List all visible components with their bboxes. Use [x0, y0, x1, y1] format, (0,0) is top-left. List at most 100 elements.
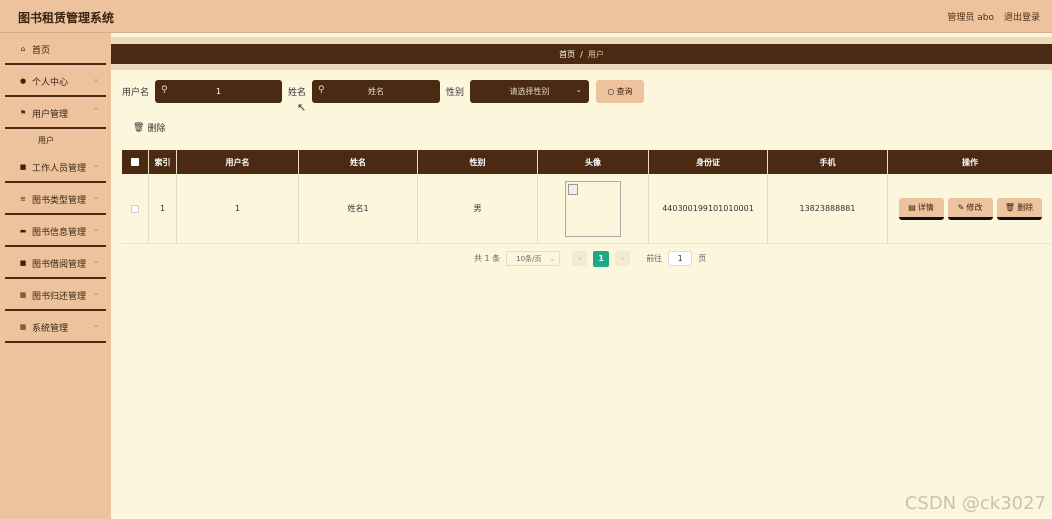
name-search-input[interactable]: ⚲ 姓名	[312, 80, 441, 103]
sidebar-item-label: 用户管理	[32, 109, 69, 120]
sidebar-item-label: 图书信息管理	[32, 227, 87, 238]
mouse-pointer-icon: ↖	[297, 101, 307, 114]
search-bar: 用户名 ⚲ 1 姓名 ⚲ 姓名 性别 请选择性别 ⌄ ○ 查询	[122, 80, 645, 103]
edit-button-label: 修改	[966, 202, 983, 212]
column-header: 索引	[149, 150, 177, 174]
query-button[interactable]: ○ 查询	[596, 80, 645, 103]
sidebar-item-system-management[interactable]: ▦ 系统管理 ⌄	[0, 311, 111, 343]
users-table: 索引 用户名 姓名 性别 头像 身份证 手机 操作 1 1 姓名1 男 4403…	[122, 150, 1052, 244]
search-icon: ⚲	[318, 85, 325, 95]
gender-select-placeholder: 请选择性别	[509, 87, 550, 96]
query-button-label: 查询	[616, 87, 633, 96]
flag-icon: ⚑	[19, 109, 27, 117]
sidebar-item-label: 图书借阅管理	[32, 259, 87, 270]
edit-button[interactable]: ✎ 修改	[947, 197, 993, 220]
cell-name: 姓名1	[299, 174, 418, 243]
edit-square-icon: ■	[19, 163, 27, 171]
sidebar-item-staff-management[interactable]: ■ 工作人员管理 ⌄	[0, 151, 111, 183]
sidebar-item-home[interactable]: ⌂ 首页	[0, 33, 111, 65]
row-checkbox[interactable]	[131, 204, 139, 213]
select-all-checkbox[interactable]	[131, 158, 139, 166]
chevron-down-icon: ⌄	[93, 75, 99, 83]
breadcrumb-current: 用户	[587, 49, 604, 59]
breadcrumb: 首页 / 用户	[111, 44, 1052, 64]
username-input-value: 1	[215, 87, 222, 96]
chevron-down-icon: ⌄	[93, 289, 99, 297]
trash-icon: 🗑	[133, 122, 145, 133]
name-label: 姓名	[288, 88, 307, 98]
cell-actions: ▤ 详情 ✎ 修改 🗑 删除	[888, 174, 1052, 243]
sidebar-subitem-users[interactable]: 用户	[0, 129, 111, 151]
delete-button[interactable]: 🗑 删除	[996, 197, 1042, 220]
detail-button-label: 详情	[917, 202, 934, 212]
delete-button-label: 删除	[1017, 202, 1034, 212]
chevron-down-icon: ⌄	[575, 85, 583, 94]
page-size-value: 10条/页	[516, 254, 542, 263]
grid-icon: ▦	[19, 291, 27, 299]
message-icon: ▬	[19, 227, 27, 235]
user-icon: ●	[19, 77, 27, 85]
username-label: 用户名	[122, 88, 150, 98]
chevron-down-icon: ⌄	[549, 255, 556, 263]
sidebar-item-book-type-management[interactable]: ≡ 图书类型管理 ⌄	[0, 183, 111, 215]
sidebar-item-return-management[interactable]: ▦ 图书归还管理 ⌄	[0, 279, 111, 311]
edit-icon: ✎	[957, 202, 965, 212]
search-icon: ⚲	[161, 85, 168, 95]
column-header: 操作	[962, 157, 978, 167]
gender-label: 性别	[446, 88, 465, 98]
gender-select[interactable]: 请选择性别 ⌄	[470, 80, 590, 103]
cell-avatar	[538, 174, 649, 243]
goto-page-input[interactable]: 1	[668, 251, 693, 266]
list-icon: ≡	[20, 195, 26, 203]
refresh-search-icon: ○	[607, 87, 615, 96]
column-header: 姓名	[299, 150, 418, 174]
page-size-select[interactable]: 10条/页 ⌄	[506, 251, 561, 266]
select-all-cell	[122, 150, 149, 174]
apps-icon: ▦	[19, 323, 27, 331]
cell-index: 1	[149, 174, 177, 243]
chevron-down-icon: ⌄	[93, 193, 99, 201]
sidebar-item-label: 图书类型管理	[32, 195, 87, 206]
header-user-area: 管理员 abo 退出登录	[947, 10, 1040, 23]
table-header: 索引 用户名 姓名 性别 头像 身份证 手机 操作	[122, 150, 1052, 174]
page-suffix: 页	[698, 254, 707, 263]
batch-delete-button[interactable]: 🗑 删除	[133, 121, 165, 135]
row-select-cell	[122, 174, 149, 243]
logout-link[interactable]: 退出登录	[1004, 10, 1040, 23]
document-icon: ▤	[908, 202, 916, 212]
table-row: 1 1 姓名1 男 440300199101010001 13823888881…	[122, 174, 1052, 244]
watermark: CSDN @ck3027	[904, 493, 1046, 514]
column-header: 用户名	[177, 150, 299, 174]
sidebar: ⌂ 首页 ● 个人中心 ⌄ ⚑ 用户管理 ⌃ 用户 ■ 工作人员管理 ⌄ ≡ 图…	[0, 33, 111, 519]
avatar-image-placeholder	[565, 180, 621, 237]
sidebar-item-book-info-management[interactable]: ▬ 图书信息管理 ⌄	[0, 215, 111, 247]
username-search-input[interactable]: ⚲ 1	[155, 80, 283, 103]
sidebar-item-profile[interactable]: ● 个人中心 ⌄	[0, 65, 111, 97]
chevron-down-icon: ⌄	[93, 161, 99, 169]
breadcrumb-separator: /	[580, 49, 583, 59]
sidebar-item-label: 首页	[32, 45, 51, 56]
cell-phone: 13823888881	[768, 174, 888, 243]
cell-idcard: 440300199101010001	[649, 174, 768, 243]
breadcrumb-band-bottom	[111, 64, 1052, 70]
chevron-up-icon: ⌃	[93, 107, 99, 115]
cell-gender: 男	[418, 174, 538, 243]
top-header: 图书租赁管理系统 管理员 abo 退出登录	[0, 0, 1052, 33]
sidebar-item-borrow-management[interactable]: ■ 图书借阅管理 ⌄	[0, 247, 111, 279]
detail-button[interactable]: ▤ 详情	[898, 197, 944, 220]
sidebar-item-label: 工作人员管理	[32, 163, 87, 174]
sidebar-item-user-management[interactable]: ⚑ 用户管理 ⌃	[0, 97, 111, 129]
column-header: 性别	[418, 150, 538, 174]
next-page-button[interactable]: ›	[615, 251, 631, 266]
delete-box-icon: ■	[19, 259, 27, 267]
breadcrumb-band-top	[111, 37, 1052, 44]
goto-label: 前往	[646, 254, 663, 263]
page-number-current[interactable]: 1	[593, 250, 610, 267]
pagination-total: 共 1 条	[474, 254, 501, 263]
app-title: 图书租赁管理系统	[18, 11, 115, 25]
sidebar-item-label: 图书归还管理	[32, 291, 87, 302]
sidebar-item-label: 个人中心	[32, 77, 69, 88]
prev-page-button[interactable]: ‹	[572, 251, 588, 266]
breadcrumb-home[interactable]: 首页	[559, 49, 575, 60]
admin-user-label[interactable]: 管理员 abo	[947, 10, 994, 23]
